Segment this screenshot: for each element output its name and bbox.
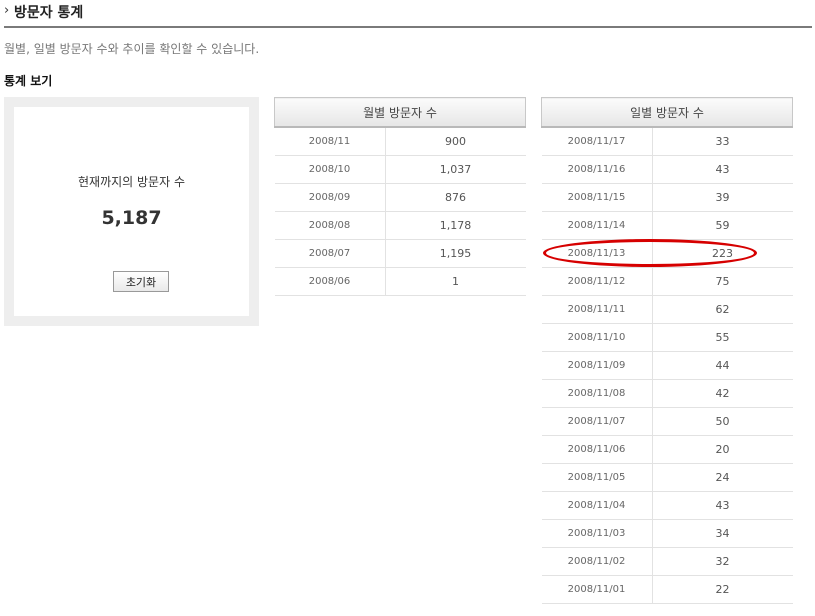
page-title: 방문자 통계 [14,5,84,21]
table-row: 2008/09 876 [274,183,526,212]
row-count: 1 [385,267,526,296]
row-date: 2008/11/01 [541,575,653,604]
table-row: 2008/11/08 42 [541,379,793,408]
daily-visitors-table: 일별 방문자 수 2008/11/17 33 2008/11/16 43 2008/11… [541,97,793,604]
row-count: 20 [652,435,793,464]
row-count: 24 [652,463,793,492]
row-date: 2008/11/07 [541,407,653,436]
table-row: 2008/11/09 44 [541,351,793,380]
monthly-table-header: 월별 방문자 수 [274,97,526,128]
row-date: 2008/11/16 [541,155,653,184]
row-count: 43 [652,155,793,184]
row-date: 2008/06 [274,267,386,296]
chevron-right-icon: › [4,3,10,18]
row-count: 1,178 [385,211,526,240]
row-count: 22 [652,575,793,604]
row-date: 2008/11/15 [541,183,653,212]
row-date: 2008/11/12 [541,267,653,296]
row-date: 2008/11/05 [541,463,653,492]
table-row: 2008/11/17 33 [541,127,793,156]
daily-table-header: 일별 방문자 수 [541,97,793,128]
row-date: 2008/11/10 [541,323,653,352]
row-count: 62 [652,295,793,324]
row-count: 59 [652,211,793,240]
row-count: 33 [652,127,793,156]
section-title: 통계 보기 [4,74,53,88]
total-visitors-panel: 현재까지의 방문자 수 5,187 초기화 [4,97,259,326]
table-row: 2008/11/01 22 [541,575,793,604]
row-date: 2008/11/02 [541,547,653,576]
row-count: 1,037 [385,155,526,184]
row-date: 2008/08 [274,211,386,240]
reset-button[interactable]: 초기화 [113,271,169,292]
row-count: 50 [652,407,793,436]
row-count: 55 [652,323,793,352]
monthly-table-body: 2008/11 900 2008/10 1,037 2008/09 876 2008/08 1… [274,127,526,296]
table-row: 2008/11/02 32 [541,547,793,576]
row-date: 2008/11/14 [541,211,653,240]
table-row: 2008/11/07 50 [541,407,793,436]
table-row: 2008/08 1,178 [274,211,526,240]
row-date: 2008/11/08 [541,379,653,408]
row-count: 900 [385,127,526,156]
total-visitors-label: 현재까지의 방문자 수 [78,175,185,189]
table-row: 2008/11/14 59 [541,211,793,240]
table-row: 2008/11/04 43 [541,491,793,520]
daily-table-body: 2008/11/17 33 2008/11/16 43 2008/11/15 39 2008… [541,127,793,604]
row-date: 2008/11/03 [541,519,653,548]
monthly-visitors-table: 월별 방문자 수 2008/11 900 2008/10 1,037 2008/09 87… [274,97,526,296]
total-visitors-card: 현재까지의 방문자 수 5,187 초기화 [14,107,249,316]
row-date: 2008/10 [274,155,386,184]
row-count: 34 [652,519,793,548]
row-date: 2008/11/09 [541,351,653,380]
table-row: 2008/07 1,195 [274,239,526,268]
table-row: 2008/11/05 24 [541,463,793,492]
page-description: 월별, 일별 방문자 수와 추이를 확인할 수 있습니다. [4,42,260,56]
table-row: 2008/11/11 62 [541,295,793,324]
table-row: 2008/11/06 20 [541,435,793,464]
table-row: 2008/11/03 34 [541,519,793,548]
table-row: 2008/06 1 [274,267,526,296]
row-date: 2008/11/13 [541,239,653,268]
row-count: 223 [652,239,793,268]
row-count: 75 [652,267,793,296]
row-count: 44 [652,351,793,380]
page-header: › 방문자 통계 [4,0,812,28]
row-count: 1,195 [385,239,526,268]
row-count: 43 [652,491,793,520]
table-row: 2008/11/10 55 [541,323,793,352]
row-date: 2008/11/11 [541,295,653,324]
table-row: 2008/11/16 43 [541,155,793,184]
row-count: 32 [652,547,793,576]
table-row: 2008/11 900 [274,127,526,156]
row-date: 2008/09 [274,183,386,212]
table-row: 2008/10 1,037 [274,155,526,184]
table-row: 2008/11/13 223 [541,239,793,268]
table-row: 2008/11/12 75 [541,267,793,296]
total-visitors-value: 5,187 [101,207,162,229]
row-date: 2008/11/04 [541,491,653,520]
row-date: 2008/11 [274,127,386,156]
row-date: 2008/07 [274,239,386,268]
row-count: 42 [652,379,793,408]
row-count: 876 [385,183,526,212]
row-count: 39 [652,183,793,212]
row-date: 2008/11/17 [541,127,653,156]
table-row: 2008/11/15 39 [541,183,793,212]
row-date: 2008/11/06 [541,435,653,464]
